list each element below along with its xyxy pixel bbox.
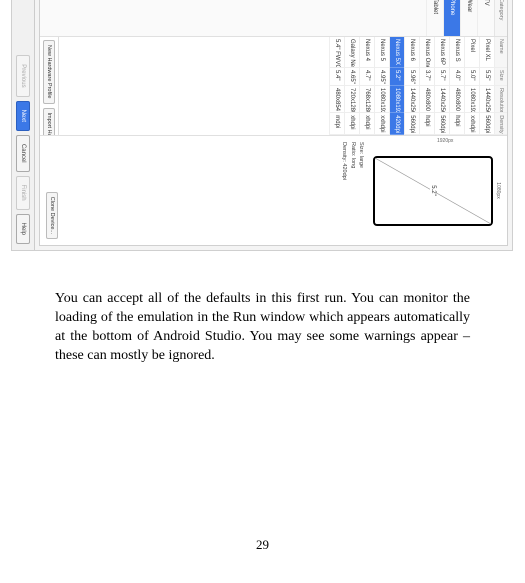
spec-ratio-value: long: [350, 158, 356, 168]
device-cell-res: 480x800: [420, 86, 434, 113]
clone-device-button[interactable]: Clone Device...: [46, 192, 58, 239]
device-cell-res: 480x800: [450, 86, 464, 113]
next-button[interactable]: Next: [16, 101, 30, 131]
device-table-header: Name Size Resolution Density: [494, 37, 507, 135]
device-cell-den: hdpi: [450, 113, 464, 135]
device-row[interactable]: Pixel5.0"1080x1920xxhdpi: [464, 37, 479, 135]
device-cell-res: 768x1280: [360, 86, 374, 113]
device-cell-size: 4.0": [450, 68, 464, 86]
device-cell-res: 1440x2560: [405, 86, 419, 113]
device-cell-den: 560dpi: [435, 113, 449, 135]
device-row[interactable]: Nexus 54.95"1080x1920xxhdpi: [374, 37, 389, 135]
device-row[interactable]: Nexus 44.7"768x1280xhdpi: [359, 37, 374, 135]
device-cell-name: Pixel: [465, 37, 479, 68]
device-row[interactable]: Nexus One3.7"480x800hdpi: [419, 37, 434, 135]
device-cell-den: 560dpi: [405, 113, 419, 135]
device-cell-res: 480x854: [330, 86, 344, 113]
previous-button[interactable]: Previous: [16, 55, 30, 96]
device-cell-den: hdpi: [420, 113, 434, 135]
category-item-tablet[interactable]: Tablet: [426, 0, 443, 36]
device-cell-den: xhdpi: [360, 113, 374, 135]
device-cell-name: Nexus 4: [360, 37, 374, 68]
preview-width-label: 1080px: [495, 182, 501, 198]
device-row[interactable]: 5.4" FWVGA5.4"480x854mdpi: [329, 37, 344, 135]
category-header: Category: [494, 0, 507, 36]
device-preview-panel: 1080px 1920px 5.2" Size: large Ratio: lo…: [40, 135, 507, 245]
device-cell-res: 1440x2560: [480, 86, 494, 113]
preview-diagonal-label: 5.2": [430, 184, 436, 196]
device-row[interactable]: Nexus 5X5.2"1080x1920420dpi: [389, 37, 404, 135]
device-row[interactable]: Nexus 6P5.7"1440x2560560dpi: [434, 37, 449, 135]
device-cell-size: 5.7": [435, 68, 449, 86]
device-row[interactable]: Pixel XL5.5"1440x2560560dpi: [479, 37, 494, 135]
new-hardware-profile-button[interactable]: New Hardware Profile: [43, 40, 55, 104]
finish-button[interactable]: Finish: [16, 176, 30, 210]
device-cell-res: 1080x1920: [375, 86, 389, 113]
category-item-tv[interactable]: TV: [477, 0, 494, 36]
col-size: Size: [495, 68, 507, 86]
device-cell-size: 5.2": [390, 68, 404, 86]
device-cell-name: Nexus 5X: [390, 37, 404, 68]
device-cell-name: Pixel XL: [480, 37, 494, 68]
device-cell-size: 4.65": [345, 68, 359, 86]
device-row[interactable]: Nexus 65.96"1440x2560560dpi: [404, 37, 419, 135]
device-outline: 5.2": [373, 156, 493, 226]
device-cell-name: 5.4" FWVGA: [330, 37, 344, 68]
device-cell-size: 5.0": [465, 68, 479, 86]
col-density: Density: [495, 113, 507, 135]
device-row[interactable]: Nexus S4.0"480x800hdpi: [449, 37, 464, 135]
spec-ratio-label: Ratio:: [350, 142, 356, 156]
device-cell-den: xxhdpi: [465, 113, 479, 135]
device-cell-den: mdpi: [330, 113, 344, 135]
device-cell-name: Nexus 5: [375, 37, 389, 68]
device-cell-res: 1080x1920: [465, 86, 479, 113]
col-resolution: Resolution: [495, 86, 507, 113]
device-cell-size: 3.7": [420, 68, 434, 86]
device-row[interactable]: Galaxy Nexus4.65"720x1280xhdpi: [344, 37, 359, 135]
category-item-phone[interactable]: Phone: [443, 0, 460, 36]
category-sidebar: Category TVWearPhoneTablet: [40, 0, 507, 37]
category-item-wear[interactable]: Wear: [460, 0, 477, 36]
android-studio-hardware-dialog: Category TVWearPhoneTablet Name Size Res…: [11, 0, 513, 251]
device-cell-name: Galaxy Nexus: [345, 37, 359, 68]
device-cell-den: 560dpi: [480, 113, 494, 135]
col-name: Name: [495, 37, 507, 68]
body-paragraph: You can accept all of the defaults in th…: [55, 290, 470, 366]
table-button-row: New Hardware Profile Import Hardware Pro…: [40, 37, 59, 135]
device-cell-res: 1440x2560: [435, 86, 449, 113]
wizard-button-bar: Previous Next Cancel Finish Help: [12, 0, 35, 250]
device-cell-res: 720x1280: [345, 86, 359, 113]
help-button[interactable]: Help: [16, 214, 30, 244]
device-table: Name Size Resolution Density Pixel XL5.5…: [40, 37, 507, 135]
cancel-button[interactable]: Cancel: [16, 135, 30, 172]
spec-size-value: large: [358, 156, 364, 168]
device-cell-name: Nexus S: [450, 37, 464, 68]
spec-size-label: Size:: [358, 142, 364, 154]
spec-density-value: 420dpi: [342, 163, 348, 180]
device-cell-name: Nexus 6P: [435, 37, 449, 68]
preview-specs: Size: large Ratio: long Density: 420dpi: [340, 142, 365, 180]
device-cell-den: xxhdpi: [375, 113, 389, 135]
device-cell-size: 5.4": [330, 68, 344, 86]
device-cell-size: 5.96": [405, 68, 419, 86]
device-cell-name: Nexus One: [420, 37, 434, 68]
device-cell-den: 420dpi: [390, 113, 404, 135]
spec-density-label: Density:: [342, 142, 348, 162]
device-cell-size: 4.95": [375, 68, 389, 86]
device-cell-size: 4.7": [360, 68, 374, 86]
page-number: 29: [0, 537, 525, 553]
device-cell-den: xhdpi: [345, 113, 359, 135]
preview-height-label: 1920px: [437, 138, 453, 144]
device-cell-res: 1080x1920: [390, 86, 404, 113]
device-cell-size: 5.5": [480, 68, 494, 86]
device-cell-name: Nexus 6: [405, 37, 419, 68]
